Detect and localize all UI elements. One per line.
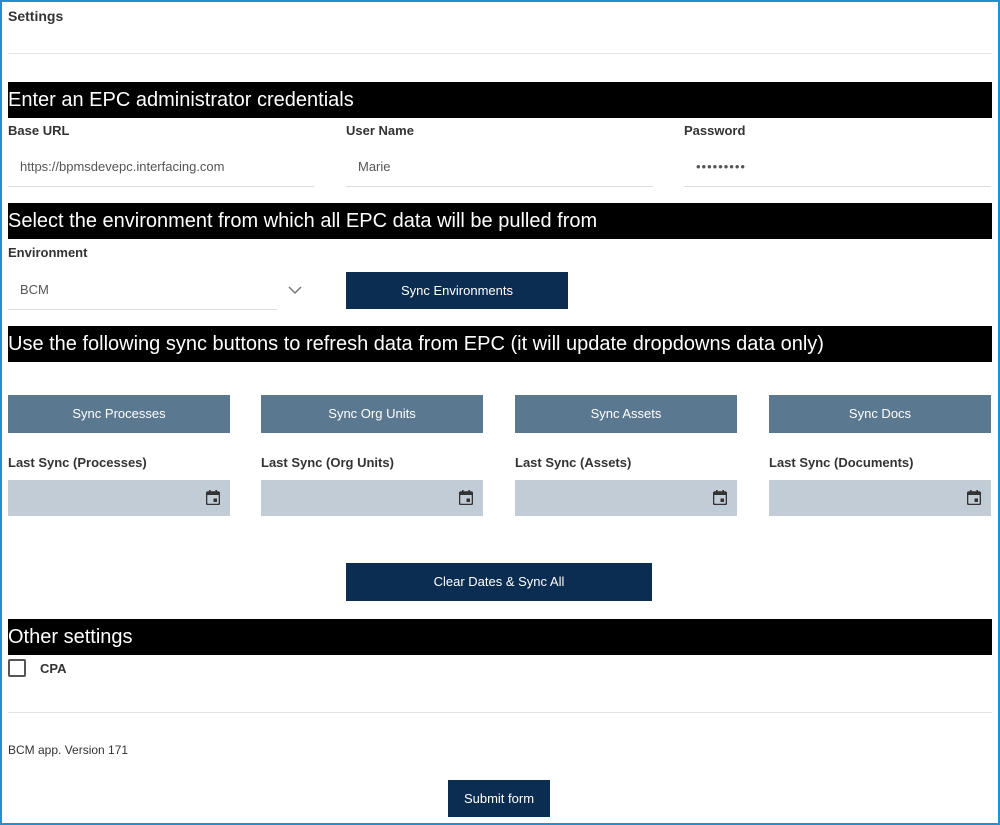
sync-banner: Use the following sync buttons to refres…	[8, 326, 992, 362]
cpa-label: CPA	[40, 661, 67, 676]
chevron-down-icon[interactable]	[288, 286, 302, 295]
sync-processes-button[interactable]: Sync Processes	[8, 395, 230, 433]
sync-environments-button[interactable]: Sync Environments	[346, 272, 568, 309]
other-settings-banner: Other settings	[8, 619, 992, 655]
submit-form-button[interactable]: Submit form	[448, 780, 550, 817]
page-title: Settings	[8, 8, 64, 24]
last-sync-org-units-label: Last Sync (Org Units)	[261, 455, 394, 470]
environment-select[interactable]: BCM	[8, 270, 277, 310]
last-sync-processes-date[interactable]	[8, 480, 230, 516]
footer-divider	[8, 712, 992, 713]
password-label: Password	[684, 123, 746, 138]
last-sync-assets-label: Last Sync (Assets)	[515, 455, 632, 470]
environment-banner: Select the environment from which all EP…	[8, 203, 992, 239]
version-text: BCM app. Version 171	[8, 743, 129, 757]
calendar-icon[interactable]	[713, 490, 727, 505]
cpa-checkbox[interactable]	[8, 659, 26, 677]
calendar-icon[interactable]	[967, 490, 981, 505]
last-sync-documents-date[interactable]	[769, 480, 991, 516]
last-sync-processes-label: Last Sync (Processes)	[8, 455, 147, 470]
calendar-icon[interactable]	[206, 490, 220, 505]
base-url-input[interactable]: https://bpmsdevepc.interfacing.com	[8, 147, 314, 187]
sync-org-units-button[interactable]: Sync Org Units	[261, 395, 483, 433]
calendar-icon[interactable]	[459, 490, 473, 505]
environment-label: Environment	[8, 245, 88, 260]
clear-dates-sync-all-button[interactable]: Clear Dates & Sync All	[346, 563, 652, 601]
last-sync-documents-label: Last Sync (Documents)	[769, 455, 914, 470]
sync-assets-button[interactable]: Sync Assets	[515, 395, 737, 433]
user-name-label: User Name	[346, 123, 414, 138]
last-sync-org-units-date[interactable]	[261, 480, 483, 516]
sync-docs-button[interactable]: Sync Docs	[769, 395, 991, 433]
credentials-banner: Enter an EPC administrator credentials	[8, 82, 992, 118]
user-name-input[interactable]: Marie	[346, 147, 653, 187]
password-input[interactable]: •••••••••	[684, 147, 991, 187]
header-divider	[8, 53, 992, 54]
last-sync-assets-date[interactable]	[515, 480, 737, 516]
base-url-label: Base URL	[8, 123, 70, 138]
